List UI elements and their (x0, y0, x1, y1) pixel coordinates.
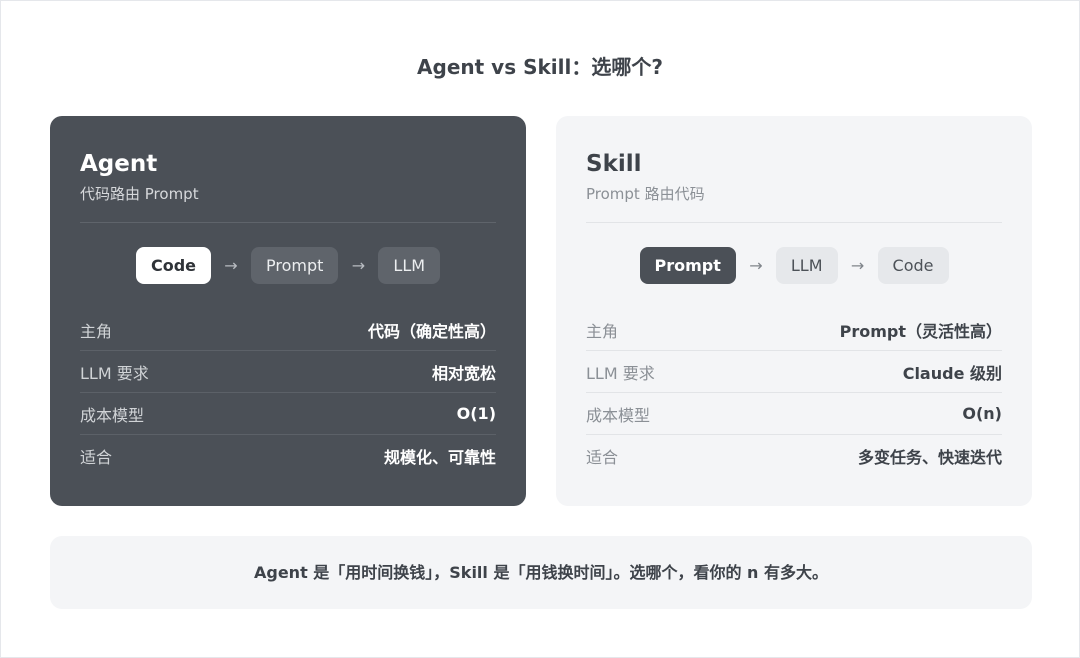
attribute-label: 成本模型 (586, 405, 651, 425)
attribute-value: 多变任务、快速迭代 (857, 448, 1002, 467)
arrow-right-icon: → (850, 256, 865, 275)
attribute-label: 主角 (80, 321, 113, 341)
arrow-right-icon: → (224, 256, 238, 275)
attribute-row: LLM 要求 Claude 级别 (586, 351, 1002, 393)
summary-banner: Agent 是「用时间换钱」，Skill 是「用钱换时间」。选哪个，看你的 n … (50, 536, 1032, 609)
skill-card-title: Skill (586, 151, 642, 177)
attribute-value: O(1) (456, 404, 496, 423)
skill-card-divider (586, 222, 1002, 223)
attribute-row: 成本模型 O(n) (586, 393, 1002, 435)
arrow-right-icon: → (749, 256, 763, 275)
skill-card: Skill Prompt 路由代码 Prompt → LLM → Code 主角… (556, 116, 1032, 506)
attribute-value: 相对宽松 (431, 363, 496, 383)
attribute-label: 成本模型 (80, 405, 145, 425)
agent-card-title: Agent (80, 151, 158, 177)
arrow-right-icon: → (351, 256, 366, 275)
attribute-value: Prompt（灵活性高） (839, 321, 1002, 341)
agent-card-subtitle: 代码路由 Prompt (80, 185, 199, 203)
skill-flow-step-code: Code (877, 247, 949, 284)
attribute-value: Claude 级别 (902, 363, 1002, 383)
agent-attributes: 主角 代码（确定性高） LLM 要求 相对宽松 成本模型 O(1) 适合 规模化… (80, 309, 496, 477)
attribute-row: LLM 要求 相对宽松 (80, 351, 496, 393)
agent-flow-step-llm: LLM (378, 247, 441, 284)
attribute-label: 主角 (586, 321, 619, 341)
attribute-row: 主角 代码（确定性高） (80, 309, 496, 351)
attribute-label: 适合 (586, 448, 619, 467)
agent-flow: Code → Prompt → LLM (50, 247, 526, 284)
attribute-row: 主角 Prompt（灵活性高） (586, 309, 1002, 351)
agent-card-divider (80, 222, 496, 223)
skill-flow-step-llm: LLM (775, 247, 838, 284)
attribute-value: 规模化、可靠性 (383, 448, 496, 467)
attribute-row: 适合 多变任务、快速迭代 (586, 435, 1002, 477)
attribute-row: 适合 规模化、可靠性 (80, 435, 496, 477)
attribute-value: 代码（确定性高） (367, 321, 496, 341)
agent-flow-step-prompt: Prompt (251, 247, 339, 284)
skill-flow-step-prompt: Prompt (639, 247, 736, 284)
page-title: Agent vs Skill：选哪个? (417, 55, 663, 79)
attribute-label: 适合 (80, 448, 113, 467)
agent-flow-step-code: Code (135, 247, 211, 284)
attribute-label: LLM 要求 (586, 363, 655, 383)
attribute-value: O(n) (962, 404, 1002, 423)
attribute-row: 成本模型 O(1) (80, 393, 496, 435)
attribute-label: LLM 要求 (80, 363, 149, 383)
skill-flow: Prompt → LLM → Code (556, 247, 1032, 284)
skill-attributes: 主角 Prompt（灵活性高） LLM 要求 Claude 级别 成本模型 O(… (586, 309, 1002, 477)
skill-card-subtitle: Prompt 路由代码 (586, 185, 705, 203)
agent-card: Agent 代码路由 Prompt Code → Prompt → LLM 主角… (50, 116, 526, 506)
